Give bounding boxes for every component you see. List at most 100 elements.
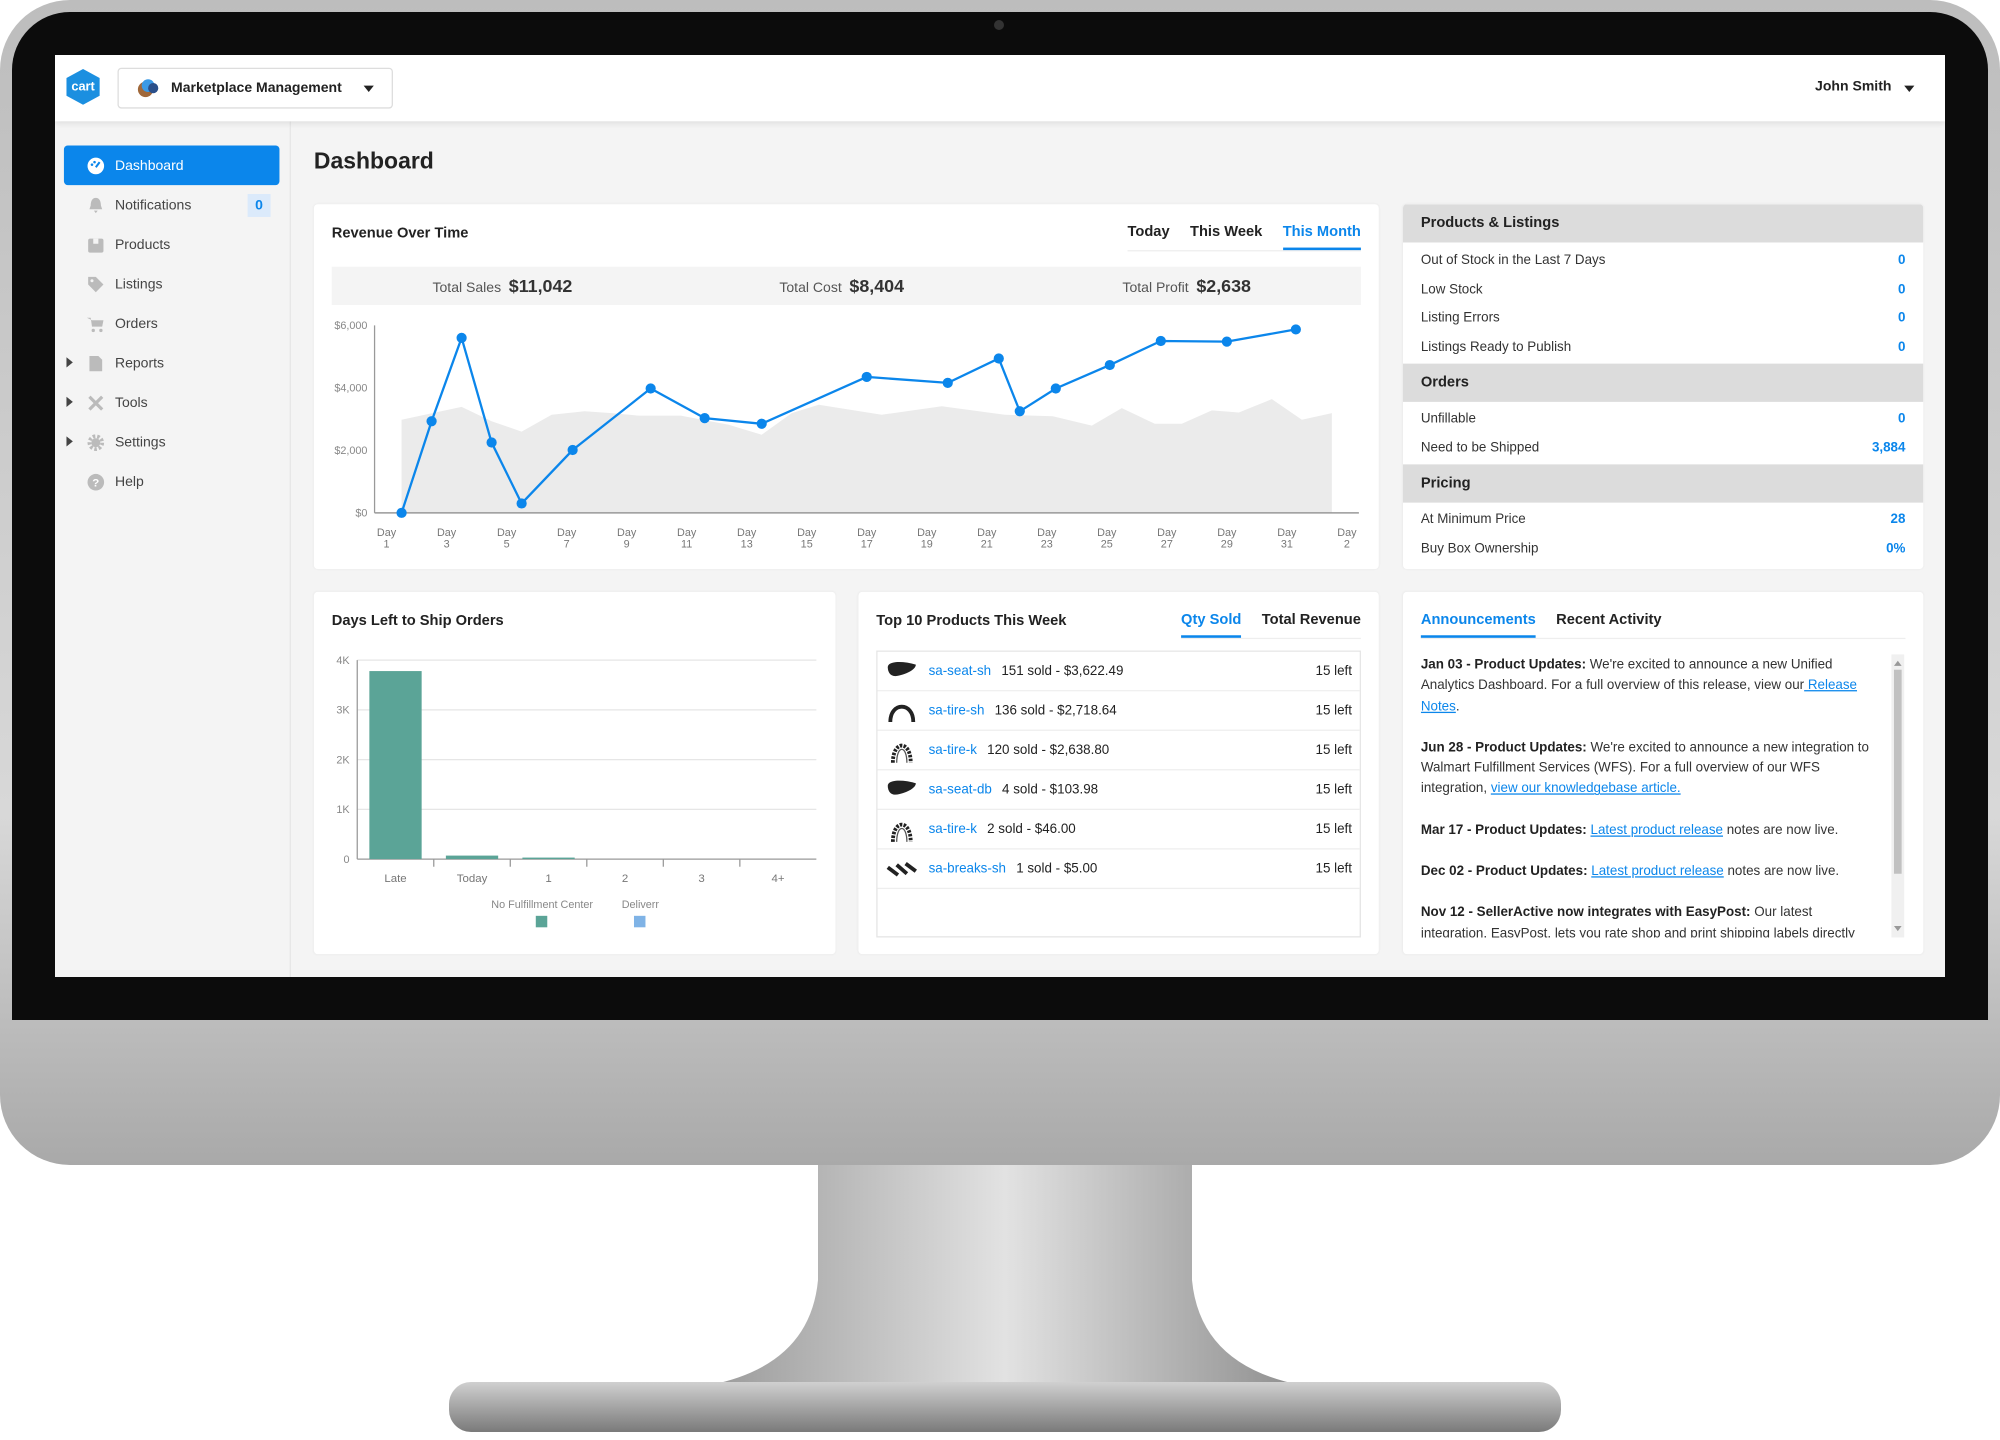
revenue-data-point bbox=[1104, 359, 1115, 371]
product-row[interactable]: sa-seat-db 4 sold - $103.98 15 left bbox=[877, 770, 1360, 810]
marketplace-icon bbox=[137, 79, 159, 98]
announcement-text-after: notes are now live. bbox=[1723, 822, 1839, 838]
y-tick-label: $6,000 bbox=[334, 320, 367, 332]
revenue-data-point bbox=[567, 444, 578, 456]
stat-row-need-shipped[interactable]: Need to be Shipped 3,884 bbox=[1403, 433, 1923, 462]
stat-row-unfillable[interactable]: Unfillable 0 bbox=[1403, 404, 1923, 433]
announcement-item: Jan 03 - Product Updates: We're excited … bbox=[1421, 654, 1874, 716]
svg-text:?: ? bbox=[92, 477, 99, 489]
x-tick-label: Day 3 bbox=[437, 527, 457, 550]
sidebar-item-label: Orders bbox=[114, 315, 158, 332]
product-stock: 15 left bbox=[1315, 781, 1352, 798]
stat-value[interactable]: 0 bbox=[1898, 310, 1905, 325]
user-menu[interactable]: John Smith bbox=[1815, 79, 1915, 95]
product-stock: 15 left bbox=[1315, 860, 1352, 877]
product-row[interactable]: sa-tire-k 2 sold - $46.00 15 left bbox=[877, 809, 1360, 850]
tab-announcements[interactable]: Announcements bbox=[1420, 612, 1536, 638]
product-row[interactable]: sa-breaks-sh 1 sold - $5.00 15 left bbox=[877, 849, 1360, 890]
scrollbar-thumb[interactable] bbox=[1893, 669, 1902, 874]
revenue-data-point bbox=[1290, 324, 1301, 335]
product-thumbnail-seat-icon bbox=[887, 780, 916, 795]
cost-area-series bbox=[401, 399, 1332, 513]
section-header-products-listings: Products & Listings bbox=[1402, 204, 1924, 243]
product-sku-link[interactable]: sa-tire-sh bbox=[929, 703, 985, 718]
stat-row-listing-errors[interactable]: Listing Errors 0 bbox=[1403, 304, 1923, 333]
tag-icon bbox=[88, 276, 104, 292]
x-tick-label-number: 9 bbox=[624, 538, 630, 550]
sidebar-item-help[interactable]: ? Help bbox=[64, 462, 280, 502]
notifications-count-badge: 0 bbox=[247, 194, 271, 217]
revenue-data-point bbox=[699, 413, 710, 424]
product-row[interactable]: sa-seat-sh 151 sold - $3,622.49 15 left bbox=[877, 651, 1360, 692]
x-tick-label-word: Day bbox=[737, 527, 757, 539]
revenue-data-point bbox=[1221, 336, 1232, 347]
days-left-bar-chart: 0 1K 2K 3K 4K Late Today 1 2 3 4+ No Fulfillment Ce… bbox=[336, 655, 817, 928]
product-row[interactable]: sa-tire-sh 136 sold - $2,718.64 15 left bbox=[877, 691, 1360, 731]
x-tick-label-number: 2 bbox=[1344, 538, 1350, 550]
x-tick-label-word: Day bbox=[497, 527, 517, 539]
x-tick-label: Day 21 bbox=[977, 527, 997, 550]
sidebar-item-notifications[interactable]: Notifications 0 bbox=[64, 185, 280, 225]
sidebar-item-orders[interactable]: Orders bbox=[64, 304, 280, 344]
legend-swatch bbox=[633, 915, 646, 928]
y-tick-label: $2,000 bbox=[334, 445, 367, 457]
stat-row-minimum-price[interactable]: At Minimum Price 28 bbox=[1403, 505, 1923, 534]
legend-label: No Fulfillment Center bbox=[491, 899, 593, 911]
user-name: John Smith bbox=[1815, 79, 1892, 95]
x-tick-label-number: 21 bbox=[981, 538, 993, 550]
scroll-down-icon[interactable] bbox=[1893, 926, 1902, 935]
cart-logo[interactable]: cart bbox=[64, 68, 102, 106]
tab-total-revenue[interactable]: Total Revenue bbox=[1262, 612, 1361, 638]
announcement-link[interactable]: view our knowledgebase article. bbox=[1491, 781, 1681, 796]
announcement-text-after: . bbox=[1455, 698, 1460, 714]
camera-icon bbox=[994, 20, 1004, 30]
stat-value[interactable]: 0 bbox=[1898, 253, 1905, 268]
stat-value[interactable]: 3,884 bbox=[1872, 440, 1906, 455]
expand-arrow-icon[interactable] bbox=[66, 436, 77, 447]
tab-qty-sold[interactable]: Qty Sold bbox=[1181, 612, 1242, 638]
marketplace-selector[interactable]: Marketplace Management bbox=[117, 67, 393, 109]
expand-arrow-icon[interactable] bbox=[66, 396, 77, 407]
announcement-link[interactable]: Latest product release bbox=[1591, 864, 1724, 879]
stat-value[interactable]: 28 bbox=[1891, 512, 1906, 527]
stat-row-buy-box[interactable]: Buy Box Ownership 0% bbox=[1403, 534, 1923, 563]
stat-value[interactable]: 0 bbox=[1898, 339, 1905, 354]
sidebar-item-label: Notifications bbox=[114, 197, 192, 213]
sidebar-item-tools[interactable]: Tools bbox=[64, 383, 280, 423]
product-sku-link[interactable]: sa-tire-k bbox=[929, 821, 977, 836]
stat-value[interactable]: 0% bbox=[1886, 541, 1905, 556]
revenue-data-point bbox=[396, 507, 407, 518]
chevron-down-icon bbox=[363, 85, 374, 97]
sidebar-item-reports[interactable]: Reports bbox=[64, 343, 280, 383]
scroll-up-icon[interactable] bbox=[1893, 657, 1902, 666]
expand-arrow-icon[interactable] bbox=[66, 357, 77, 368]
stat-row-low-stock[interactable]: Low Stock 0 bbox=[1403, 275, 1923, 304]
product-stats: 4 sold - $103.98 bbox=[1002, 781, 1099, 798]
product-sku-link[interactable]: sa-seat-sh bbox=[929, 663, 992, 678]
stat-value[interactable]: 0 bbox=[1898, 282, 1905, 297]
x-tick-label: Day 1 bbox=[377, 527, 397, 550]
product-sku-link[interactable]: sa-tire-k bbox=[929, 742, 977, 757]
product-stats: 120 sold - $2,638.80 bbox=[987, 742, 1110, 758]
announcement-link[interactable]: Latest product release bbox=[1591, 822, 1724, 837]
stat-value[interactable]: 0 bbox=[1898, 411, 1905, 426]
x-tick-label-number: 3 bbox=[444, 538, 450, 550]
sidebar-item-listings[interactable]: Listings bbox=[64, 264, 280, 304]
product-sku-link[interactable]: sa-seat-db bbox=[929, 782, 992, 797]
x-tick-label-number: 1 bbox=[384, 538, 390, 550]
sidebar-item-settings[interactable]: Settings bbox=[64, 422, 280, 462]
x-tick-label-word: Day bbox=[1157, 527, 1177, 539]
product-row[interactable]: sa-tire-k 120 sold - $2,638.80 15 left bbox=[877, 730, 1360, 771]
stat-row-out-of-stock[interactable]: Out of Stock in the Last 7 Days 0 bbox=[1403, 246, 1923, 275]
y-tick-label: 3K bbox=[336, 705, 350, 717]
stat-row-ready-to-publish[interactable]: Listings Ready to Publish 0 bbox=[1403, 332, 1923, 361]
announcement-heading: Jan 03 - Product Updates: bbox=[1420, 656, 1587, 673]
tab-recent-activity[interactable]: Recent Activity bbox=[1556, 612, 1661, 638]
sidebar-item-products[interactable]: Products bbox=[64, 225, 280, 265]
announcements-scrollbar[interactable] bbox=[1891, 654, 1905, 938]
sidebar-item-dashboard[interactable]: Dashboard bbox=[63, 145, 280, 186]
box-icon bbox=[88, 238, 104, 253]
top-products-tabs: Qty Sold Total Revenue bbox=[1181, 612, 1361, 640]
tools-icon bbox=[88, 395, 104, 411]
product-sku-link[interactable]: sa-breaks-sh bbox=[929, 861, 1006, 876]
